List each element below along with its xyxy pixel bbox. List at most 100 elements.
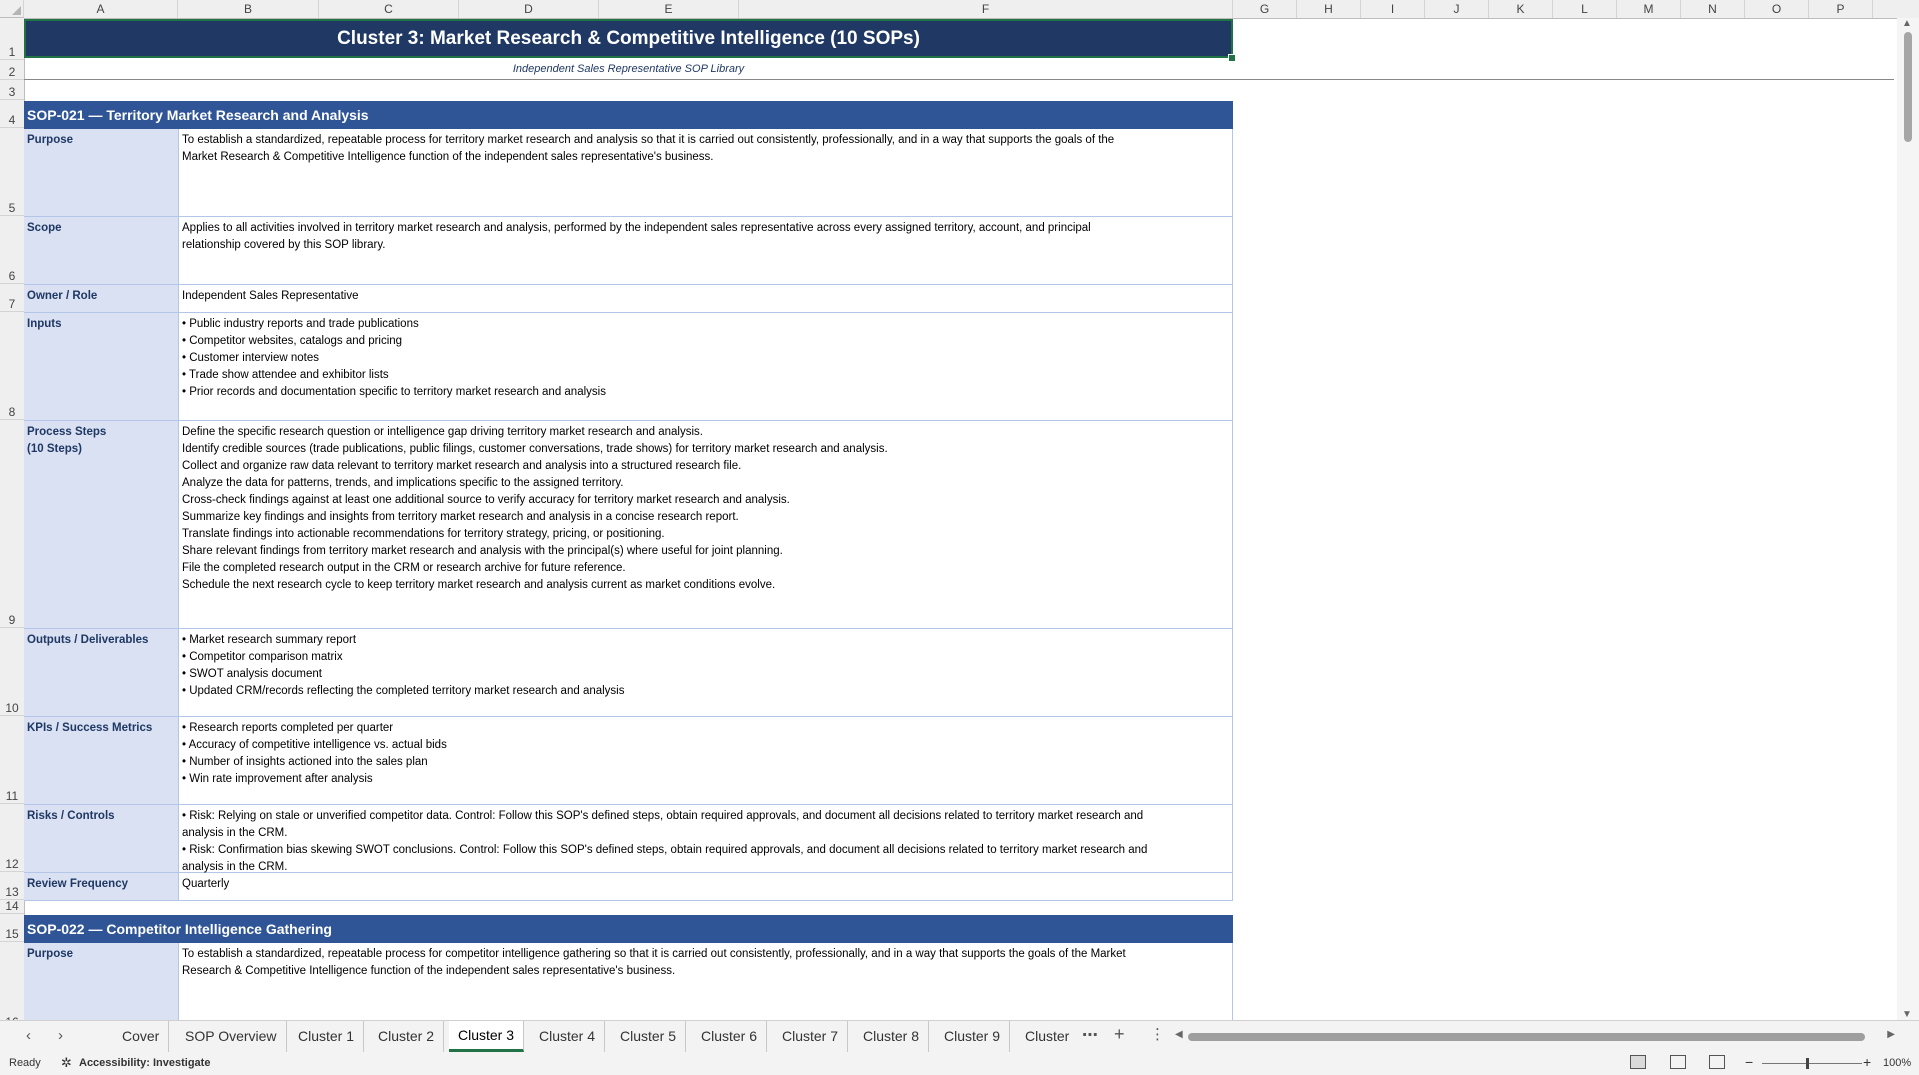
zoom-out-icon[interactable]: − xyxy=(1745,1054,1753,1070)
sop-header[interactable]: SOP-021 — Territory Market Research and … xyxy=(24,101,1233,129)
sheet-tab[interactable]: Cluster 6 xyxy=(692,1021,768,1052)
row-header[interactable]: 3 xyxy=(0,80,24,100)
zoom-slider[interactable] xyxy=(1762,1063,1862,1064)
outputs-cell[interactable]: • Market research summary report • Compe… xyxy=(178,629,1233,717)
row-header[interactable]: 8 xyxy=(0,312,24,420)
sheet-tab[interactable]: Cluster 9 xyxy=(935,1021,1011,1052)
add-sheet-icon[interactable]: + xyxy=(1114,1024,1125,1045)
accessibility-icon[interactable]: ✲ xyxy=(61,1055,72,1071)
chevron-right-icon[interactable]: › xyxy=(58,1027,63,1044)
normal-view-icon[interactable] xyxy=(1630,1055,1646,1069)
column-header-a[interactable]: A xyxy=(24,0,178,18)
worksheet-grid[interactable]: A B C D E F G H I J K L M N O P 1 2 3 4 … xyxy=(0,0,1919,1020)
row-header[interactable]: 2 xyxy=(0,60,24,80)
column-header-g[interactable]: G xyxy=(1233,0,1297,18)
accessibility-status[interactable]: Accessibility: Investigate xyxy=(79,1057,210,1069)
column-header-d[interactable]: D xyxy=(459,0,599,18)
column-header-f[interactable]: F xyxy=(739,0,1233,18)
zoom-level[interactable]: 100% xyxy=(1883,1057,1911,1069)
column-header-j[interactable]: J xyxy=(1425,0,1489,18)
row-header[interactable]: 16 xyxy=(0,942,24,1020)
row-header[interactable]: 6 xyxy=(0,216,24,284)
row-header[interactable]: 14 xyxy=(0,899,24,914)
text-line: To establish a standardized, repeatable … xyxy=(182,134,1115,146)
row-header[interactable]: 13 xyxy=(0,872,24,900)
column-header-b[interactable]: B xyxy=(178,0,319,18)
label-cell[interactable]: KPIs / Success Metrics xyxy=(24,717,178,805)
row-header[interactable]: 1 xyxy=(0,18,24,60)
owner-cell[interactable]: Independent Sales Representative xyxy=(178,285,1233,313)
row-header[interactable]: 4 xyxy=(0,100,24,128)
page-layout-view-icon[interactable] xyxy=(1670,1055,1686,1069)
kpis-cell[interactable]: • Research reports completed per quarter… xyxy=(178,717,1233,805)
risks-cell[interactable]: • Risk: Relying on stale or unverified c… xyxy=(178,805,1233,873)
text-line: To establish a standardized, repeatable … xyxy=(182,948,1126,960)
column-header-e[interactable]: E xyxy=(599,0,739,18)
purpose-cell[interactable]: To establish a standardized, repeatable … xyxy=(178,943,1233,1020)
sheet-title-cell[interactable]: Cluster 3: Market Research & Competitive… xyxy=(24,19,1233,58)
column-header-i[interactable]: I xyxy=(1361,0,1425,18)
column-header-h[interactable]: H xyxy=(1297,0,1361,18)
list-item: • Accuracy of competitive intelligence v… xyxy=(182,739,447,751)
scroll-right-icon[interactable]: ▶ xyxy=(1887,1029,1895,1040)
page-break-view-icon[interactable] xyxy=(1709,1055,1725,1069)
sop-header[interactable]: SOP-022 — Competitor Intelligence Gather… xyxy=(24,915,1233,943)
sheet-tab[interactable]: Cluster 5 xyxy=(611,1021,687,1052)
sheet-tab[interactable]: Cluster 1 xyxy=(289,1021,365,1052)
sheet-tab[interactable]: SOP Overview xyxy=(176,1021,287,1052)
horizontal-scrollbar[interactable]: ◀ ▶ xyxy=(1175,1029,1895,1045)
row-header[interactable]: 11 xyxy=(0,716,24,804)
label-cell[interactable]: Purpose xyxy=(24,943,178,1020)
horizontal-scroll-thumb[interactable] xyxy=(1188,1033,1865,1041)
list-item: • Competitor websites, catalogs and pric… xyxy=(182,335,403,347)
label-cell[interactable]: Purpose xyxy=(24,129,178,217)
sheet-tab[interactable]: Cluster 2 xyxy=(369,1021,445,1052)
column-header-l[interactable]: L xyxy=(1553,0,1617,18)
scroll-up-icon[interactable]: ▲ xyxy=(1902,18,1912,29)
scope-cell[interactable]: Applies to all activities involved in te… xyxy=(178,217,1233,285)
scroll-down-icon[interactable]: ▼ xyxy=(1902,1009,1912,1020)
row-header[interactable]: 9 xyxy=(0,420,24,628)
label-cell[interactable]: Process Steps (10 Steps) xyxy=(24,421,178,629)
label-cell[interactable]: Owner / Role xyxy=(24,285,178,313)
zoom-in-icon[interactable]: + xyxy=(1863,1054,1871,1070)
column-headers: A B C D E F G H I J K L M N O P xyxy=(24,0,1919,19)
row-header[interactable]: 15 xyxy=(0,914,24,942)
column-header-k[interactable]: K xyxy=(1489,0,1553,18)
column-header-c[interactable]: C xyxy=(319,0,459,18)
row-header[interactable]: 10 xyxy=(0,628,24,716)
column-header-p[interactable]: P xyxy=(1809,0,1873,18)
column-header-n[interactable]: N xyxy=(1681,0,1745,18)
more-tabs-icon[interactable]: ⋯ xyxy=(1082,1025,1098,1045)
sheet-tab[interactable]: Cluster 8 xyxy=(854,1021,930,1052)
label-cell[interactable]: Review Frequency xyxy=(24,873,178,901)
row-header[interactable]: 7 xyxy=(0,284,24,312)
label-cell[interactable]: Inputs xyxy=(24,313,178,421)
sheet-content[interactable]: Cluster 3: Market Research & Competitive… xyxy=(24,18,1894,1020)
label-cell[interactable]: Risks / Controls xyxy=(24,805,178,873)
tab-options-icon[interactable]: ⋮ xyxy=(1150,1025,1165,1043)
label-cell[interactable]: Outputs / Deliverables xyxy=(24,629,178,717)
process-steps-cell[interactable]: Define the specific research question or… xyxy=(178,421,1233,629)
sheet-tab[interactable]: Cluster xyxy=(1016,1021,1078,1052)
vertical-scroll-thumb[interactable] xyxy=(1904,32,1912,142)
sheet-tab[interactable]: Cluster 4 xyxy=(530,1021,606,1052)
select-all-button[interactable] xyxy=(0,0,24,18)
sheet-tab[interactable]: Cover xyxy=(113,1021,170,1052)
column-header-m[interactable]: M xyxy=(1617,0,1681,18)
sheet-subtitle[interactable]: Independent Sales Representative SOP Lib… xyxy=(24,60,1233,79)
scroll-left-icon[interactable]: ◀ xyxy=(1175,1029,1183,1040)
sheet-tab[interactable]: Cluster 7 xyxy=(773,1021,849,1052)
row-header[interactable]: 12 xyxy=(0,804,24,872)
vertical-scrollbar[interactable]: ▲ ▼ xyxy=(1897,18,1919,1020)
column-header-o[interactable]: O xyxy=(1745,0,1809,18)
row-header[interactable]: 5 xyxy=(0,128,24,216)
inputs-cell[interactable]: • Public industry reports and trade publ… xyxy=(178,313,1233,421)
sheet-tab-active[interactable]: Cluster 3 xyxy=(449,1021,525,1052)
purpose-cell[interactable]: To establish a standardized, repeatable … xyxy=(178,129,1233,217)
zoom-slider-thumb[interactable] xyxy=(1806,1058,1809,1069)
label-cell[interactable]: Scope xyxy=(24,217,178,285)
review-frequency-cell[interactable]: Quarterly xyxy=(178,873,1233,901)
chevron-left-icon[interactable]: ‹ xyxy=(26,1027,31,1044)
text-line: Research & Competitive Intelligence func… xyxy=(182,965,676,977)
